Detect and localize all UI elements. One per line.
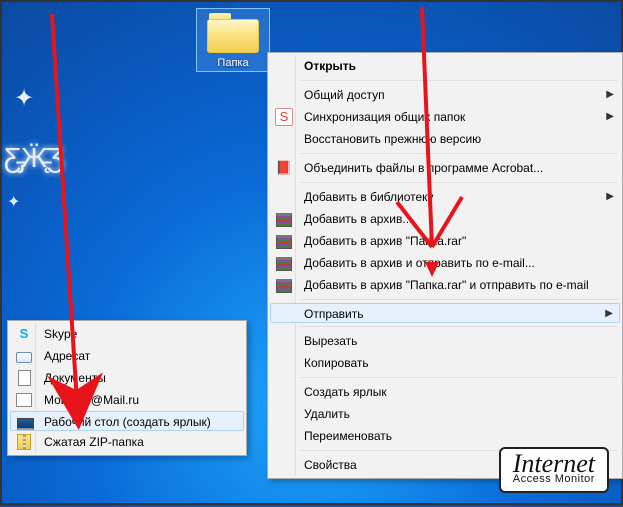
moimir-icon (16, 393, 32, 407)
watermark-subtitle: Access Monitor (513, 473, 595, 485)
sendto-moimir[interactable]: МойМир@Mail.ru (10, 389, 244, 411)
pdf-icon: 📕 (275, 159, 293, 177)
menu-sync-folders[interactable]: S Синхронизация общих папок▶ (270, 106, 620, 128)
desktop-folder[interactable]: Папка (196, 8, 270, 72)
watermark-title: Internet (513, 453, 595, 475)
sendto-addressee[interactable]: Адресат (10, 345, 244, 367)
rar-icon (276, 257, 292, 271)
context-menu: Открыть Общий доступ▶ S Синхронизация об… (267, 52, 623, 479)
rar-icon (276, 279, 292, 293)
menu-add-library[interactable]: Добавить в библиотеку▶ (270, 186, 620, 208)
folder-icon (207, 13, 259, 53)
menu-add-archive[interactable]: Добавить в архив... (270, 208, 620, 230)
menu-add-archive-named[interactable]: Добавить в архив "Папка.rar" (270, 230, 620, 252)
menu-cut[interactable]: Вырезать (270, 330, 620, 352)
menu-share[interactable]: Общий доступ▶ (270, 84, 620, 106)
sync-icon: S (275, 108, 293, 126)
menu-delete[interactable]: Удалить (270, 403, 620, 425)
zip-icon (17, 434, 31, 450)
menu-add-archive-email[interactable]: Добавить в архив и отправить по e-mail..… (270, 252, 620, 274)
rar-icon (276, 235, 292, 249)
sendto-documents[interactable]: Документы (10, 367, 244, 389)
menu-add-archive-named-email[interactable]: Добавить в архив "Папка.rar" и отправить… (270, 274, 620, 296)
desktop-icon (17, 418, 34, 430)
document-icon (18, 370, 31, 386)
menu-shortcut[interactable]: Создать ярлык (270, 381, 620, 403)
watermark: Internet Access Monitor (499, 447, 609, 493)
menu-rename[interactable]: Переименовать (270, 425, 620, 447)
menu-open[interactable]: Открыть (270, 55, 620, 77)
sendto-skype[interactable]: S Skype (10, 323, 244, 345)
mail-icon (16, 352, 32, 363)
send-to-submenu: S Skype Адресат Документы МойМир@Mail.ru… (7, 320, 247, 456)
skype-icon: S (15, 325, 33, 343)
menu-send-to[interactable]: Отправить▶ (270, 303, 620, 323)
sendto-desktop-link[interactable]: Рабочий стол (создать ярлык) (10, 411, 244, 431)
desktop-folder-label: Папка (199, 57, 267, 69)
menu-acrobat[interactable]: 📕 Объединить файлы в программе Acrobat..… (270, 157, 620, 179)
menu-restore[interactable]: Восстановить прежнюю версию (270, 128, 620, 150)
menu-copy[interactable]: Копировать (270, 352, 620, 374)
rar-icon (276, 213, 292, 227)
sendto-zip[interactable]: Сжатая ZIP-папка (10, 431, 244, 453)
